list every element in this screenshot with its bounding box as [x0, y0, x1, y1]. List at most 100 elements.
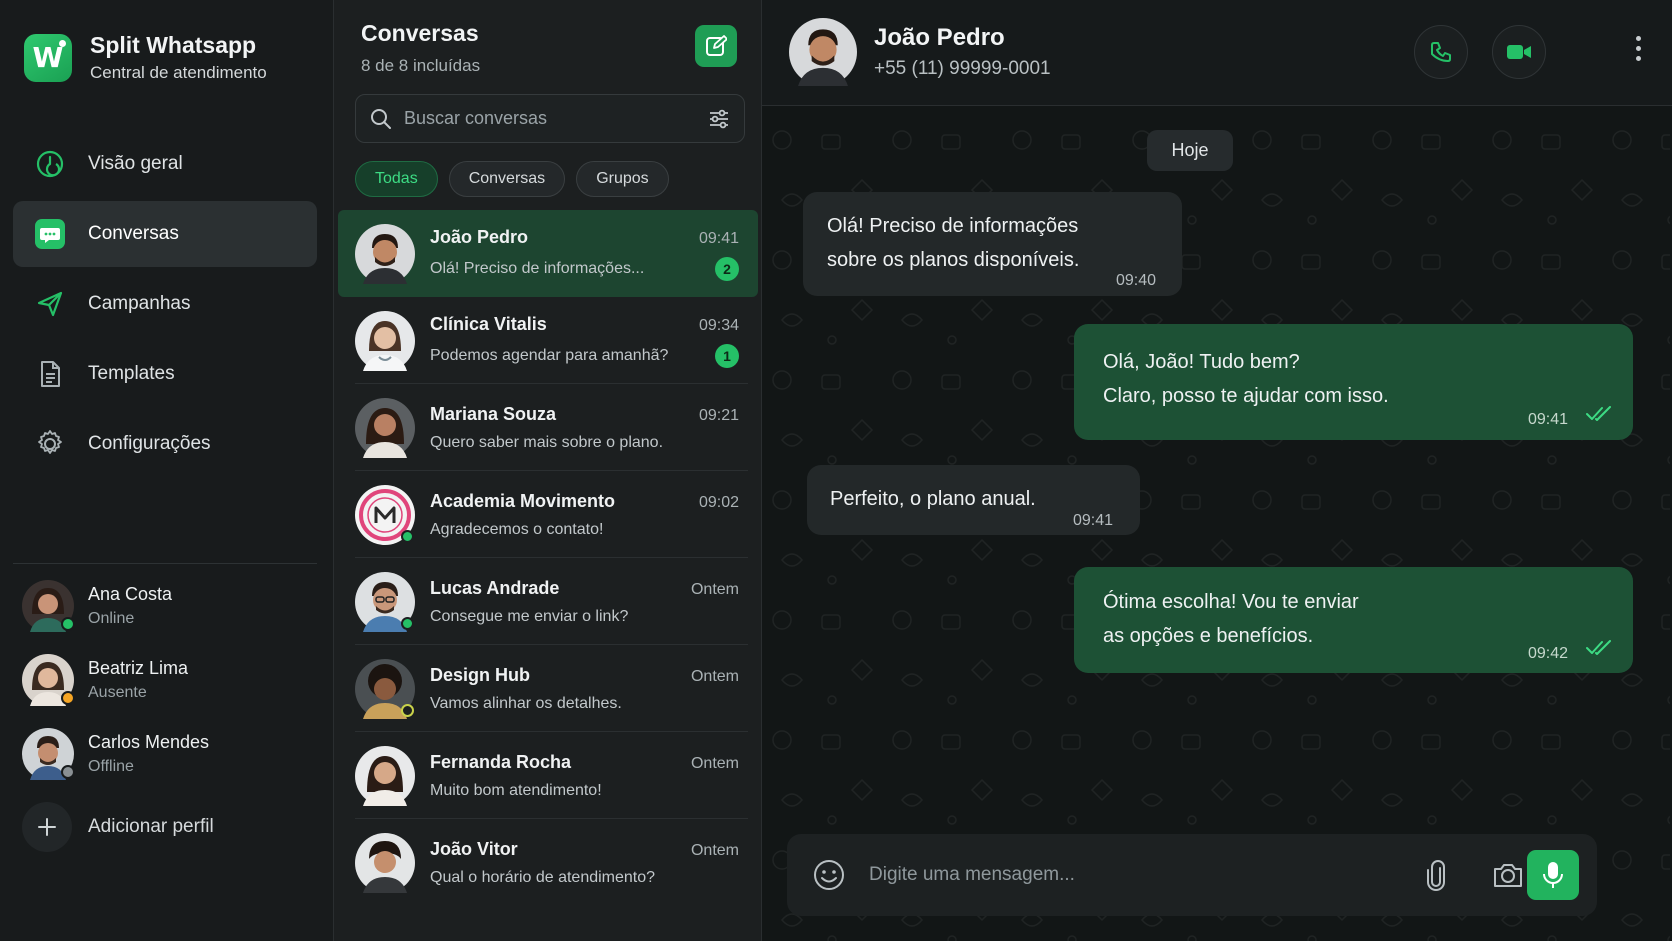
filter-tab-grupos[interactable]: Grupos — [576, 161, 669, 197]
contact-phone: +55 (11) 99999-0001 — [874, 58, 1051, 79]
video-call-button[interactable] — [1492, 25, 1546, 79]
conversation-time: Ontem — [690, 841, 739, 859]
document-icon — [33, 357, 67, 391]
avatar — [355, 484, 415, 545]
avatar — [22, 728, 75, 780]
search-input[interactable] — [404, 108, 708, 129]
search-icon — [371, 108, 391, 129]
conversation-preview: Consegue me enviar o link? — [430, 607, 629, 625]
conversation-name: João Vitor — [430, 838, 518, 859]
conversation-preview: Muito bom atendimento! — [430, 781, 602, 799]
conversation-panel: Conversas 8 de 8 incluídas Todas Convers… — [334, 0, 762, 941]
message-time: 09:40 — [1116, 272, 1157, 289]
brand-logo: W — [24, 33, 72, 82]
profile-name: Ana Costa — [88, 584, 173, 604]
profile-list: Ana Costa Online Beatriz Lima Ausente Ca… — [22, 580, 214, 852]
double-check-icon — [1586, 640, 1611, 655]
outgoing-message[interactable]: Olá, João! Tudo bem? Claro, posso te aju… — [1074, 324, 1633, 440]
brand: W Split Whatsapp Central de atendimento — [24, 32, 267, 83]
conversation-time: Ontem — [690, 667, 739, 685]
add-profile-label: Adicionar perfil — [88, 816, 214, 837]
conversation-item[interactable]: Lucas Andrade Ontem Consegue me enviar o… — [338, 558, 758, 645]
chat-icon — [33, 217, 67, 251]
brand-logo-letter: W — [32, 41, 64, 74]
message-time: 09:42 — [1528, 645, 1569, 662]
voice-call-button[interactable] — [1414, 25, 1468, 79]
paperclip-icon[interactable] — [1424, 860, 1448, 892]
phone-icon — [1431, 42, 1451, 62]
filter-icon[interactable] — [708, 108, 730, 130]
conversation-preview: Qual o horário de atendimento? — [430, 868, 656, 886]
status-indicator — [401, 703, 414, 717]
conversation-time: Ontem — [690, 580, 739, 598]
conversation-item[interactable]: João Vitor Ontem Qual o horário de atend… — [338, 819, 758, 906]
conversation-item[interactable]: Clínica Vitalis 09:34 Podemos agendar pa… — [338, 297, 758, 384]
conversation-item[interactable]: João Pedro 09:41 Olá! Preciso de informa… — [338, 210, 758, 297]
sidebar: W Split Whatsapp Central de atendimento … — [0, 0, 334, 941]
chat-header: João Pedro +55 (11) 99999-0001 — [762, 0, 1672, 106]
filter-tab-todas[interactable]: Todas — [355, 161, 438, 197]
app-title: Split Whatsapp — [90, 32, 257, 58]
unread-badge: 2 — [715, 256, 739, 281]
message-text: as opções e benefícios. — [1103, 625, 1314, 647]
incoming-message[interactable]: Perfeito, o plano anual. 09:41 — [807, 465, 1140, 535]
contact-avatar[interactable] — [789, 18, 857, 86]
send-icon — [33, 287, 67, 321]
conversation-time: 09:02 — [698, 493, 739, 511]
profile-item[interactable]: Beatriz Lima Ausente — [22, 654, 214, 706]
main-nav: Visão geral Conversas Campanhas Template… — [13, 131, 317, 481]
new-conversation-button[interactable] — [695, 25, 737, 67]
double-check-icon — [1586, 406, 1611, 421]
conversation-name: Clínica Vitalis — [430, 313, 547, 334]
chat-window: João Pedro +55 (11) 99999-0001 Hoje Olá!… — [762, 0, 1672, 941]
message-text: Olá! Preciso de informações — [827, 215, 1079, 237]
profile-name: Beatriz Lima — [88, 658, 189, 678]
conversation-name: Design Hub — [430, 664, 531, 685]
nav-item-visao-geral[interactable]: Visão geral — [13, 131, 317, 197]
conversation-count: 8 de 8 incluídas — [361, 56, 481, 75]
filter-tab-conversas[interactable]: Conversas — [448, 161, 566, 197]
panel-title: Conversas — [361, 20, 479, 46]
message-text: Perfeito, o plano anual. — [830, 488, 1036, 510]
avatar — [355, 832, 415, 893]
avatar — [22, 580, 75, 632]
incoming-message[interactable]: Olá! Preciso de informações sobre os pla… — [803, 192, 1182, 296]
message-text: Olá, João! Tudo bem? — [1103, 351, 1300, 373]
status-indicator — [61, 617, 75, 631]
dashboard-icon — [33, 147, 67, 181]
conversation-time: 09:34 — [698, 316, 739, 334]
emoji-icon[interactable] — [812, 858, 846, 892]
filter-tabs: Todas Conversas Grupos — [355, 161, 680, 197]
outgoing-message[interactable]: Ótima escolha! Vou te enviar as opções e… — [1074, 567, 1633, 673]
avatar — [355, 571, 415, 632]
conversation-time: Ontem — [690, 754, 739, 772]
profile-item[interactable]: Carlos Mendes Offline — [22, 728, 214, 780]
edit-icon — [706, 35, 727, 56]
conversation-item[interactable]: Academia Movimento 09:02 Agradecemos o c… — [338, 471, 758, 558]
conversation-item[interactable]: Mariana Souza 09:21 Quero saber mais sob… — [338, 384, 758, 471]
nav-item-templates[interactable]: Templates — [13, 341, 317, 407]
camera-icon[interactable] — [1492, 860, 1524, 890]
message-time: 09:41 — [1528, 411, 1569, 428]
nav-item-conversas[interactable]: Conversas — [13, 201, 317, 267]
conversation-item[interactable]: Design Hub Ontem Vamos alinhar os detalh… — [338, 645, 758, 732]
nav-item-configuracoes[interactable]: Configurações — [13, 411, 317, 477]
profile-status: Online — [88, 610, 135, 627]
conversation-name: Academia Movimento — [430, 490, 616, 511]
nav-item-campanhas[interactable]: Campanhas — [13, 271, 317, 337]
profile-item[interactable]: Ana Costa Online — [22, 580, 214, 632]
add-profile-button[interactable]: Adicionar perfil — [22, 802, 214, 852]
message-composer — [787, 834, 1597, 916]
plus-icon — [22, 802, 72, 852]
avatar — [355, 310, 415, 371]
status-indicator — [401, 529, 414, 543]
voice-message-button[interactable] — [1527, 850, 1579, 900]
profile-status: Ausente — [88, 684, 147, 701]
more-options-icon[interactable] — [1634, 36, 1642, 66]
avatar — [355, 397, 415, 458]
avatar — [355, 745, 415, 806]
conversation-item[interactable]: Fernanda Rocha Ontem Muito bom atendimen… — [338, 732, 758, 819]
message-input[interactable] — [869, 858, 1349, 892]
avatar — [355, 658, 415, 719]
conversation-name: João Pedro — [430, 226, 529, 247]
